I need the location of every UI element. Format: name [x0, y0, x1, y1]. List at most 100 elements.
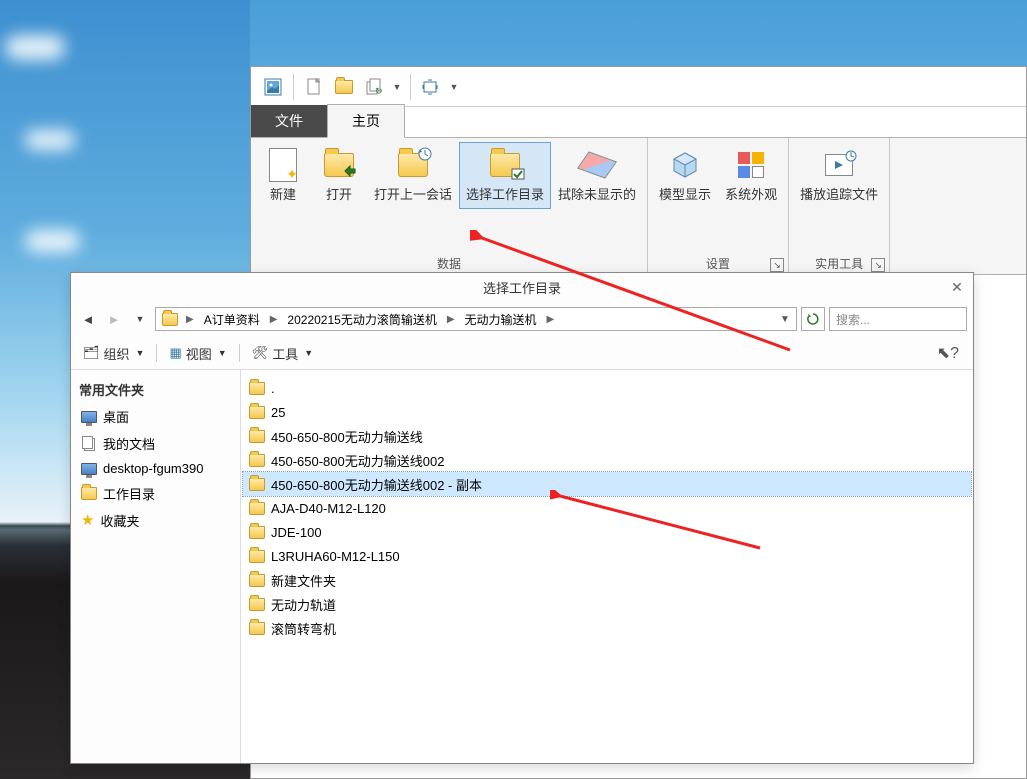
- cube-icon: [667, 147, 703, 183]
- file-item[interactable]: 新建文件夹: [243, 568, 971, 592]
- file-name: 新建文件夹: [271, 571, 336, 590]
- open-prev-button[interactable]: 打开上一会话: [367, 142, 459, 209]
- folder-icon: [249, 502, 265, 515]
- breadcrumb-item[interactable]: 无动力输送机: [459, 308, 543, 330]
- breadcrumb-item[interactable]: A订单资料: [198, 308, 266, 330]
- qat-dropdown-2[interactable]: ▼: [447, 73, 461, 101]
- folder-icon: [249, 526, 265, 539]
- folder-icon: [249, 574, 265, 587]
- monitor-icon: [81, 411, 97, 423]
- file-name: AJA-D40-M12-L120: [271, 501, 386, 516]
- file-item[interactable]: 25: [243, 400, 971, 424]
- qat-open-icon[interactable]: [330, 73, 358, 101]
- organize-button[interactable]: 🗂组织▼: [77, 342, 150, 365]
- folder-icon: [249, 406, 265, 419]
- sidebar-item-desktop[interactable]: 桌面: [71, 403, 240, 430]
- play-track-button[interactable]: 播放追踪文件: [793, 142, 885, 209]
- file-name: 25: [271, 405, 285, 420]
- file-name: 450-650-800无动力输送线002 - 副本: [271, 475, 482, 494]
- view-button[interactable]: ▦视图▼: [163, 342, 232, 365]
- file-name: L3RUHA60-M12-L150: [271, 549, 400, 564]
- open-folder-icon: [321, 147, 357, 183]
- tools-launcher-icon[interactable]: ↘: [871, 258, 885, 272]
- file-item[interactable]: 无动力轨道: [243, 592, 971, 616]
- file-item[interactable]: 滚筒转弯机: [243, 616, 971, 640]
- file-name: JDE-100: [271, 525, 322, 540]
- new-button[interactable]: 新建: [255, 142, 311, 209]
- new-doc-icon: [265, 147, 301, 183]
- tools-button[interactable]: 🛠工具▼: [246, 342, 319, 365]
- file-item[interactable]: AJA-D40-M12-L120: [243, 496, 971, 520]
- dialog-title: 选择工作目录 ✕: [71, 273, 973, 301]
- color-squares-icon: [733, 147, 769, 183]
- file-item[interactable]: 450-650-800无动力输送线: [243, 424, 971, 448]
- ribbon-group-tools: 播放追踪文件 实用工具 ↘: [789, 138, 890, 274]
- play-track-icon: [821, 147, 857, 183]
- chevron-right-icon[interactable]: ▶: [266, 314, 282, 325]
- qat-copy-icon[interactable]: ↻: [360, 73, 388, 101]
- select-workdir-button[interactable]: 选择工作目录: [459, 142, 551, 209]
- view-icon: ▦: [169, 345, 181, 361]
- qat-image-icon[interactable]: [259, 73, 287, 101]
- file-item[interactable]: 450-650-800无动力输送线002 - 副本: [243, 472, 971, 496]
- search-input[interactable]: 搜索...: [829, 307, 967, 331]
- help-cursor-icon[interactable]: ⬉?: [937, 343, 959, 363]
- tools-icon: 🛠: [252, 345, 269, 361]
- folder-icon: [249, 382, 265, 395]
- folder-icon: [249, 550, 265, 563]
- sidebar-item-workdir[interactable]: 工作目录: [71, 480, 240, 507]
- ribbon: 新建 打开 打开上一会话 选择工作目录 拭除未显示的: [251, 137, 1026, 275]
- sidebar-item-documents[interactable]: 我的文档: [71, 430, 240, 457]
- file-item[interactable]: 450-650-800无动力输送线002: [243, 448, 971, 472]
- model-display-button[interactable]: 模型显示: [652, 142, 718, 209]
- breadcrumb-dropdown-icon[interactable]: ▼: [776, 314, 794, 325]
- file-list[interactable]: . 25 450-650-800无动力输送线 450-650-800无动力输送线002…: [241, 370, 973, 763]
- dialog-nav: ◄ ► ▼ ▶ A订单资料 ▶ 20220215无动力滚筒输送机 ▶ 无动力输送…: [71, 301, 973, 337]
- open-button[interactable]: 打开: [311, 142, 367, 209]
- file-name: 滚筒转弯机: [271, 619, 336, 638]
- eraser-icon: [579, 147, 615, 183]
- qat-new-icon[interactable]: [300, 73, 328, 101]
- tab-home[interactable]: 主页: [327, 104, 405, 138]
- qat-dropdown-1[interactable]: ▼: [390, 73, 404, 101]
- sidebar-item-remote[interactable]: desktop-fgum390: [71, 457, 240, 480]
- quick-access-toolbar: ↻ ▼ ▼: [251, 67, 1026, 107]
- chevron-right-icon[interactable]: ▶: [543, 314, 559, 325]
- dialog-toolbar: 🗂组织▼ ▦视图▼ 🛠工具▼ ⬉?: [71, 337, 973, 369]
- file-name: .: [271, 381, 275, 396]
- ribbon-group-settings: 模型显示 系统外观 设置 ↘: [648, 138, 789, 274]
- breadcrumb[interactable]: ▶ A订单资料 ▶ 20220215无动力滚筒输送机 ▶ 无动力输送机 ▶ ▼: [155, 307, 797, 331]
- close-icon[interactable]: ✕: [947, 277, 967, 297]
- folder-icon: [249, 454, 265, 467]
- ribbon-tabs: 文件 主页: [251, 107, 1026, 137]
- erase-button[interactable]: 拭除未显示的: [551, 142, 643, 209]
- organize-icon: 🗂: [83, 345, 100, 361]
- star-icon: ★: [81, 513, 94, 528]
- computer-icon: [81, 463, 97, 475]
- folder-icon: [249, 430, 265, 443]
- breadcrumb-item[interactable]: 20220215无动力滚筒输送机: [281, 308, 442, 330]
- file-name: 450-650-800无动力输送线: [271, 427, 423, 446]
- sidebar-item-favorites[interactable]: ★收藏夹: [71, 507, 240, 534]
- select-workdir-dialog: 选择工作目录 ✕ ◄ ► ▼ ▶ A订单资料 ▶ 20220215无动力滚筒输送…: [70, 272, 974, 764]
- file-item[interactable]: JDE-100: [243, 520, 971, 544]
- ribbon-group-data: 新建 打开 打开上一会话 选择工作目录 拭除未显示的: [251, 138, 648, 274]
- file-item[interactable]: L3RUHA60-M12-L150: [243, 544, 971, 568]
- nav-forward-icon[interactable]: ►: [103, 308, 125, 330]
- sidebar: 常用文件夹 桌面 我的文档 desktop-fgum390 工作目录 ★收藏夹: [71, 370, 241, 763]
- tab-file[interactable]: 文件: [251, 105, 327, 137]
- file-name: 无动力轨道: [271, 595, 336, 614]
- select-workdir-icon: [487, 147, 523, 183]
- qat-resize-icon[interactable]: [417, 73, 445, 101]
- nav-back-icon[interactable]: ◄: [77, 308, 99, 330]
- chevron-right-icon[interactable]: ▶: [182, 314, 198, 325]
- refresh-icon[interactable]: [801, 307, 825, 331]
- nav-history-icon[interactable]: ▼: [129, 308, 151, 330]
- settings-launcher-icon[interactable]: ↘: [770, 258, 784, 272]
- file-item[interactable]: .: [243, 376, 971, 400]
- documents-icon: [81, 437, 97, 451]
- appearance-button[interactable]: 系统外观: [718, 142, 784, 209]
- folder-icon: [249, 598, 265, 611]
- chevron-right-icon[interactable]: ▶: [443, 314, 459, 325]
- file-name: 450-650-800无动力输送线002: [271, 451, 444, 470]
